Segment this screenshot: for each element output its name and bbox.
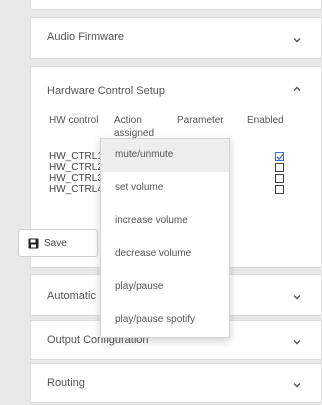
dropdown-option-increase-volume[interactable]: increase volume bbox=[101, 205, 229, 238]
dropdown-option-mute-unmute[interactable]: mute/unmute bbox=[101, 139, 229, 172]
chevron-down-icon[interactable] bbox=[291, 291, 303, 303]
dropdown-option-label: play/pause spotify bbox=[115, 314, 196, 325]
enabled-checkbox-hw-ctrl4[interactable] bbox=[275, 185, 284, 194]
save-button[interactable]: Save bbox=[18, 229, 98, 257]
panel-title-audio-firmware: Audio Firmware bbox=[47, 31, 125, 43]
floppy-disk-icon bbox=[28, 238, 39, 249]
row-label-hw-ctrl3: HW_CTRL3 bbox=[49, 173, 103, 184]
row-label-hw-ctrl4: HW_CTRL4 bbox=[49, 184, 103, 195]
chevron-down-icon[interactable] bbox=[291, 34, 303, 46]
dropdown-option-label: decrease volume bbox=[115, 248, 192, 259]
dropdown-option-set-volume[interactable]: set volume bbox=[101, 172, 229, 205]
dropdown-option-label: mute/unmute bbox=[115, 149, 174, 160]
panel-title-routing: Routing bbox=[47, 377, 85, 389]
column-header-enabled: Enabled bbox=[247, 115, 284, 126]
enabled-checkbox-hw-ctrl2[interactable] bbox=[275, 163, 284, 172]
panel-audio-firmware[interactable]: Audio Firmware bbox=[30, 17, 322, 59]
panel-title-automatic: Automatic bbox=[47, 290, 96, 302]
panel-routing[interactable]: Routing bbox=[30, 363, 322, 403]
dropdown-option-label: set volume bbox=[115, 182, 164, 193]
dropdown-option-label: increase volume bbox=[115, 215, 188, 226]
action-dropdown-menu: mute/unmute set volume increase volume d… bbox=[100, 138, 230, 338]
column-header-action: Action assigned bbox=[114, 115, 155, 139]
enabled-checkbox-hw-ctrl1[interactable] bbox=[275, 152, 284, 161]
row-label-hw-ctrl1: HW_CTRL1 bbox=[49, 151, 103, 162]
save-button-label: Save bbox=[44, 238, 67, 249]
chevron-down-icon[interactable] bbox=[291, 379, 303, 391]
chevron-up-icon[interactable] bbox=[291, 83, 303, 95]
column-header-parameter: Parameter bbox=[177, 115, 224, 126]
enabled-checkbox-hw-ctrl3[interactable] bbox=[275, 174, 284, 183]
row-label-hw-ctrl2: HW_CTRL2 bbox=[49, 162, 103, 173]
dropdown-option-decrease-volume[interactable]: decrease volume bbox=[101, 238, 229, 271]
panel-title-hardware-control: Hardware Control Setup bbox=[47, 85, 166, 97]
top-panel-partial bbox=[30, 0, 322, 10]
dropdown-option-play-pause[interactable]: play/pause bbox=[101, 271, 229, 304]
dropdown-option-play-pause-spotify[interactable]: play/pause spotify bbox=[101, 304, 229, 337]
chevron-down-icon[interactable] bbox=[291, 336, 303, 348]
column-header-hw-control: HW control bbox=[49, 115, 99, 126]
dropdown-option-label: play/pause bbox=[115, 281, 164, 292]
